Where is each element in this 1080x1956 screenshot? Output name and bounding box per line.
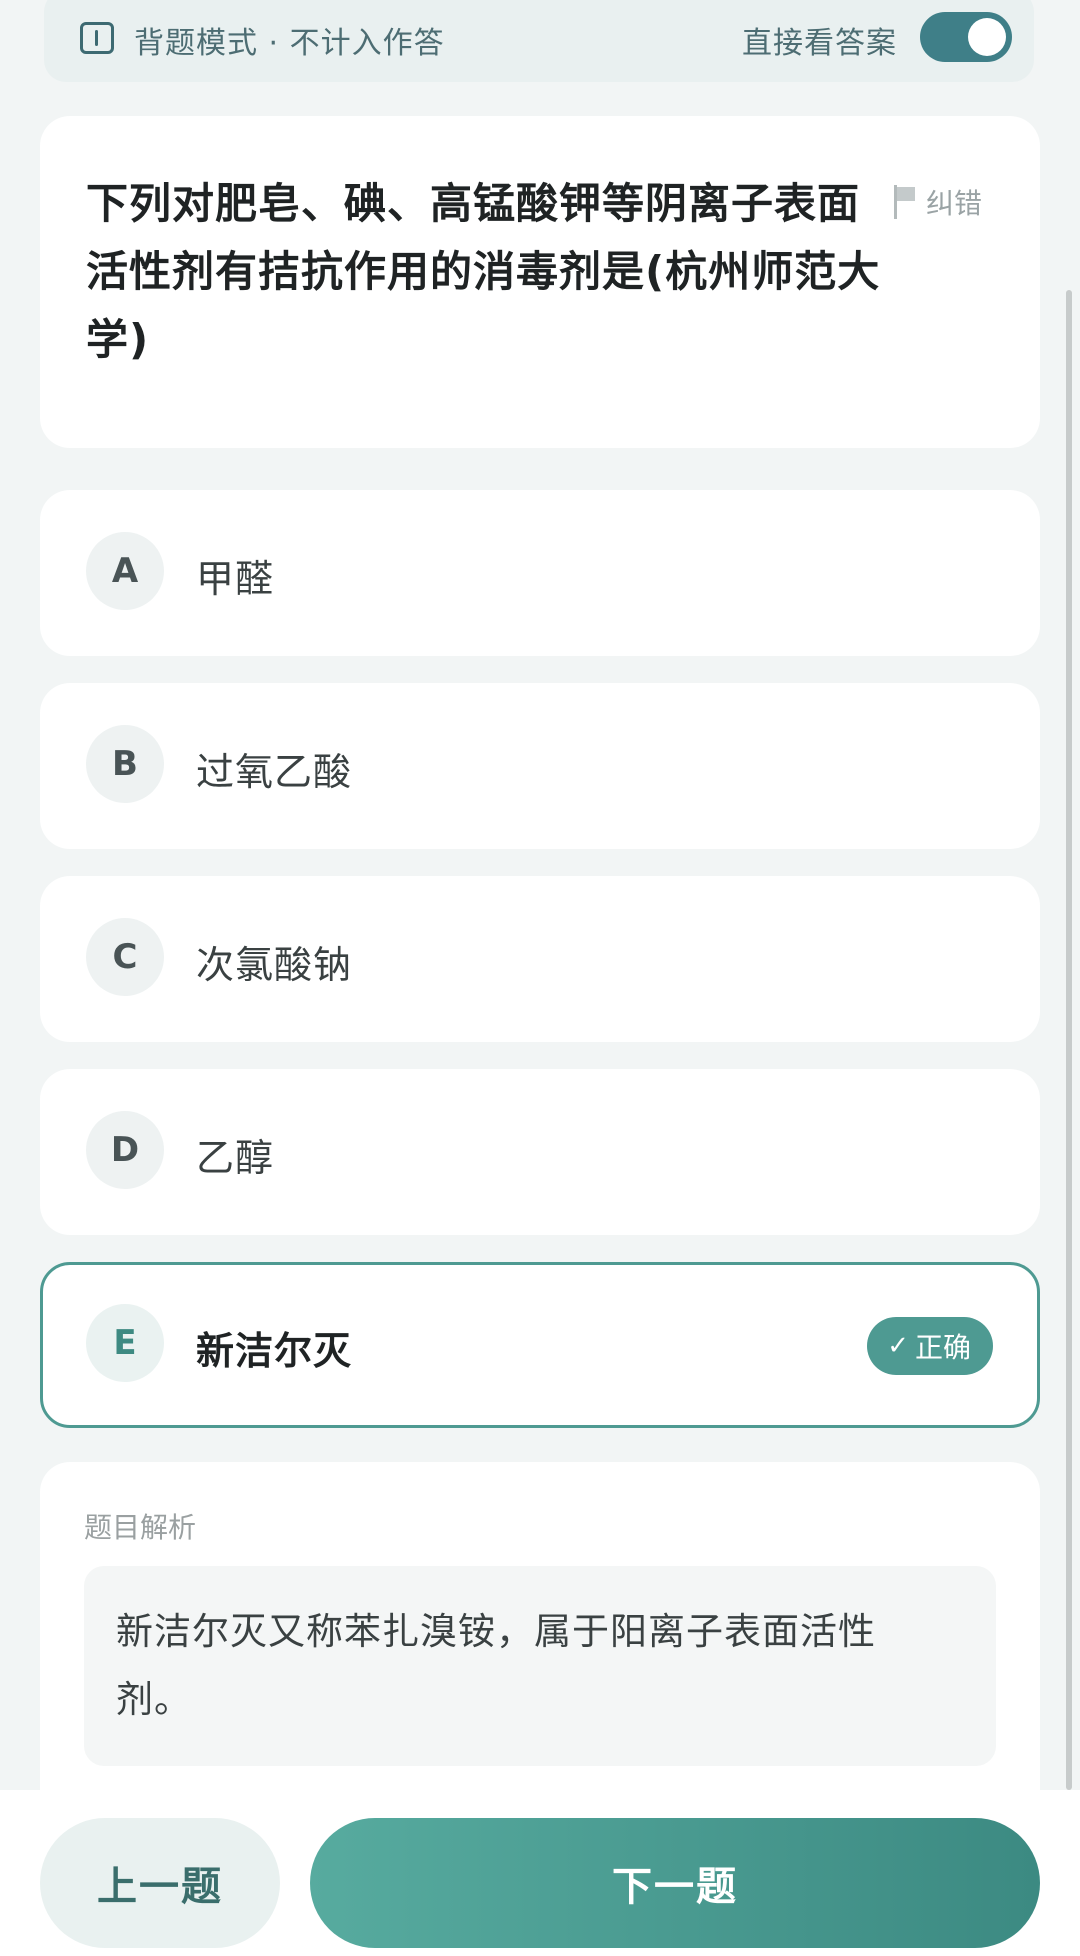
option-text: 次氯酸钠 [196,943,353,987]
option-b[interactable]: B 过氧乙酸 [40,683,1040,849]
option-letter: B [86,725,164,803]
question-card: 下列对肥皂、碘、高锰酸钾等阴离子表面活性剂有拮抗作用的消毒剂是(杭州师范大学) … [40,116,1040,448]
prev-question-button[interactable]: 上一题 [40,1818,280,1948]
correct-badge: ✓ 正确 [867,1317,993,1375]
report-error-button[interactable]: 纠错 [892,182,982,222]
option-letter: E [86,1304,164,1382]
analysis-title: 题目解析 [84,1511,197,1544]
option-c[interactable]: C 次氯酸钠 [40,876,1040,1042]
check-icon: ✓ [887,1331,909,1361]
option-text: 甲醛 [196,557,275,601]
option-letter: A [86,532,164,610]
correct-label: 正确 [914,1331,971,1364]
option-d[interactable]: D 乙醇 [40,1069,1040,1235]
analysis-card: 题目解析 新洁尔灭又称苯扎溴铵，属于阳离子表面活性剂。 [40,1462,1040,1802]
show-answer-toggle[interactable] [920,12,1012,62]
option-a[interactable]: A 甲醛 [40,490,1040,656]
book-mode-icon [80,22,114,54]
scrollbar[interactable] [1066,290,1072,1790]
flag-icon [892,185,916,219]
option-text: 过氧乙酸 [196,750,353,794]
analysis-text: 新洁尔灭又称苯扎溴铵，属于阳离子表面活性剂。 [116,1610,876,1721]
option-letter: C [86,918,164,996]
show-answer-label: 直接看答案 [742,26,897,61]
option-text: 乙醇 [196,1136,275,1180]
bottom-nav-bar: 上一题 下一题 [0,1790,1080,1956]
question-text: 下列对肥皂、碘、高锰酸钾等阴离子表面活性剂有拮抗作用的消毒剂是(杭州师范大学) [86,179,881,364]
option-text: 新洁尔灭 [196,1329,353,1373]
option-e[interactable]: E 新洁尔灭 ✓ 正确 [40,1262,1040,1428]
next-question-button[interactable]: 下一题 [310,1818,1040,1948]
analysis-box: 新洁尔灭又称苯扎溴铵，属于阳离子表面活性剂。 [84,1566,996,1766]
option-letter: D [86,1111,164,1189]
toggle-knob [968,18,1006,56]
report-error-label: 纠错 [926,187,983,220]
mode-label: 背题模式 · 不计入作答 [134,26,445,61]
mode-bar: 背题模式 · 不计入作答 直接看答案 [44,0,1034,82]
